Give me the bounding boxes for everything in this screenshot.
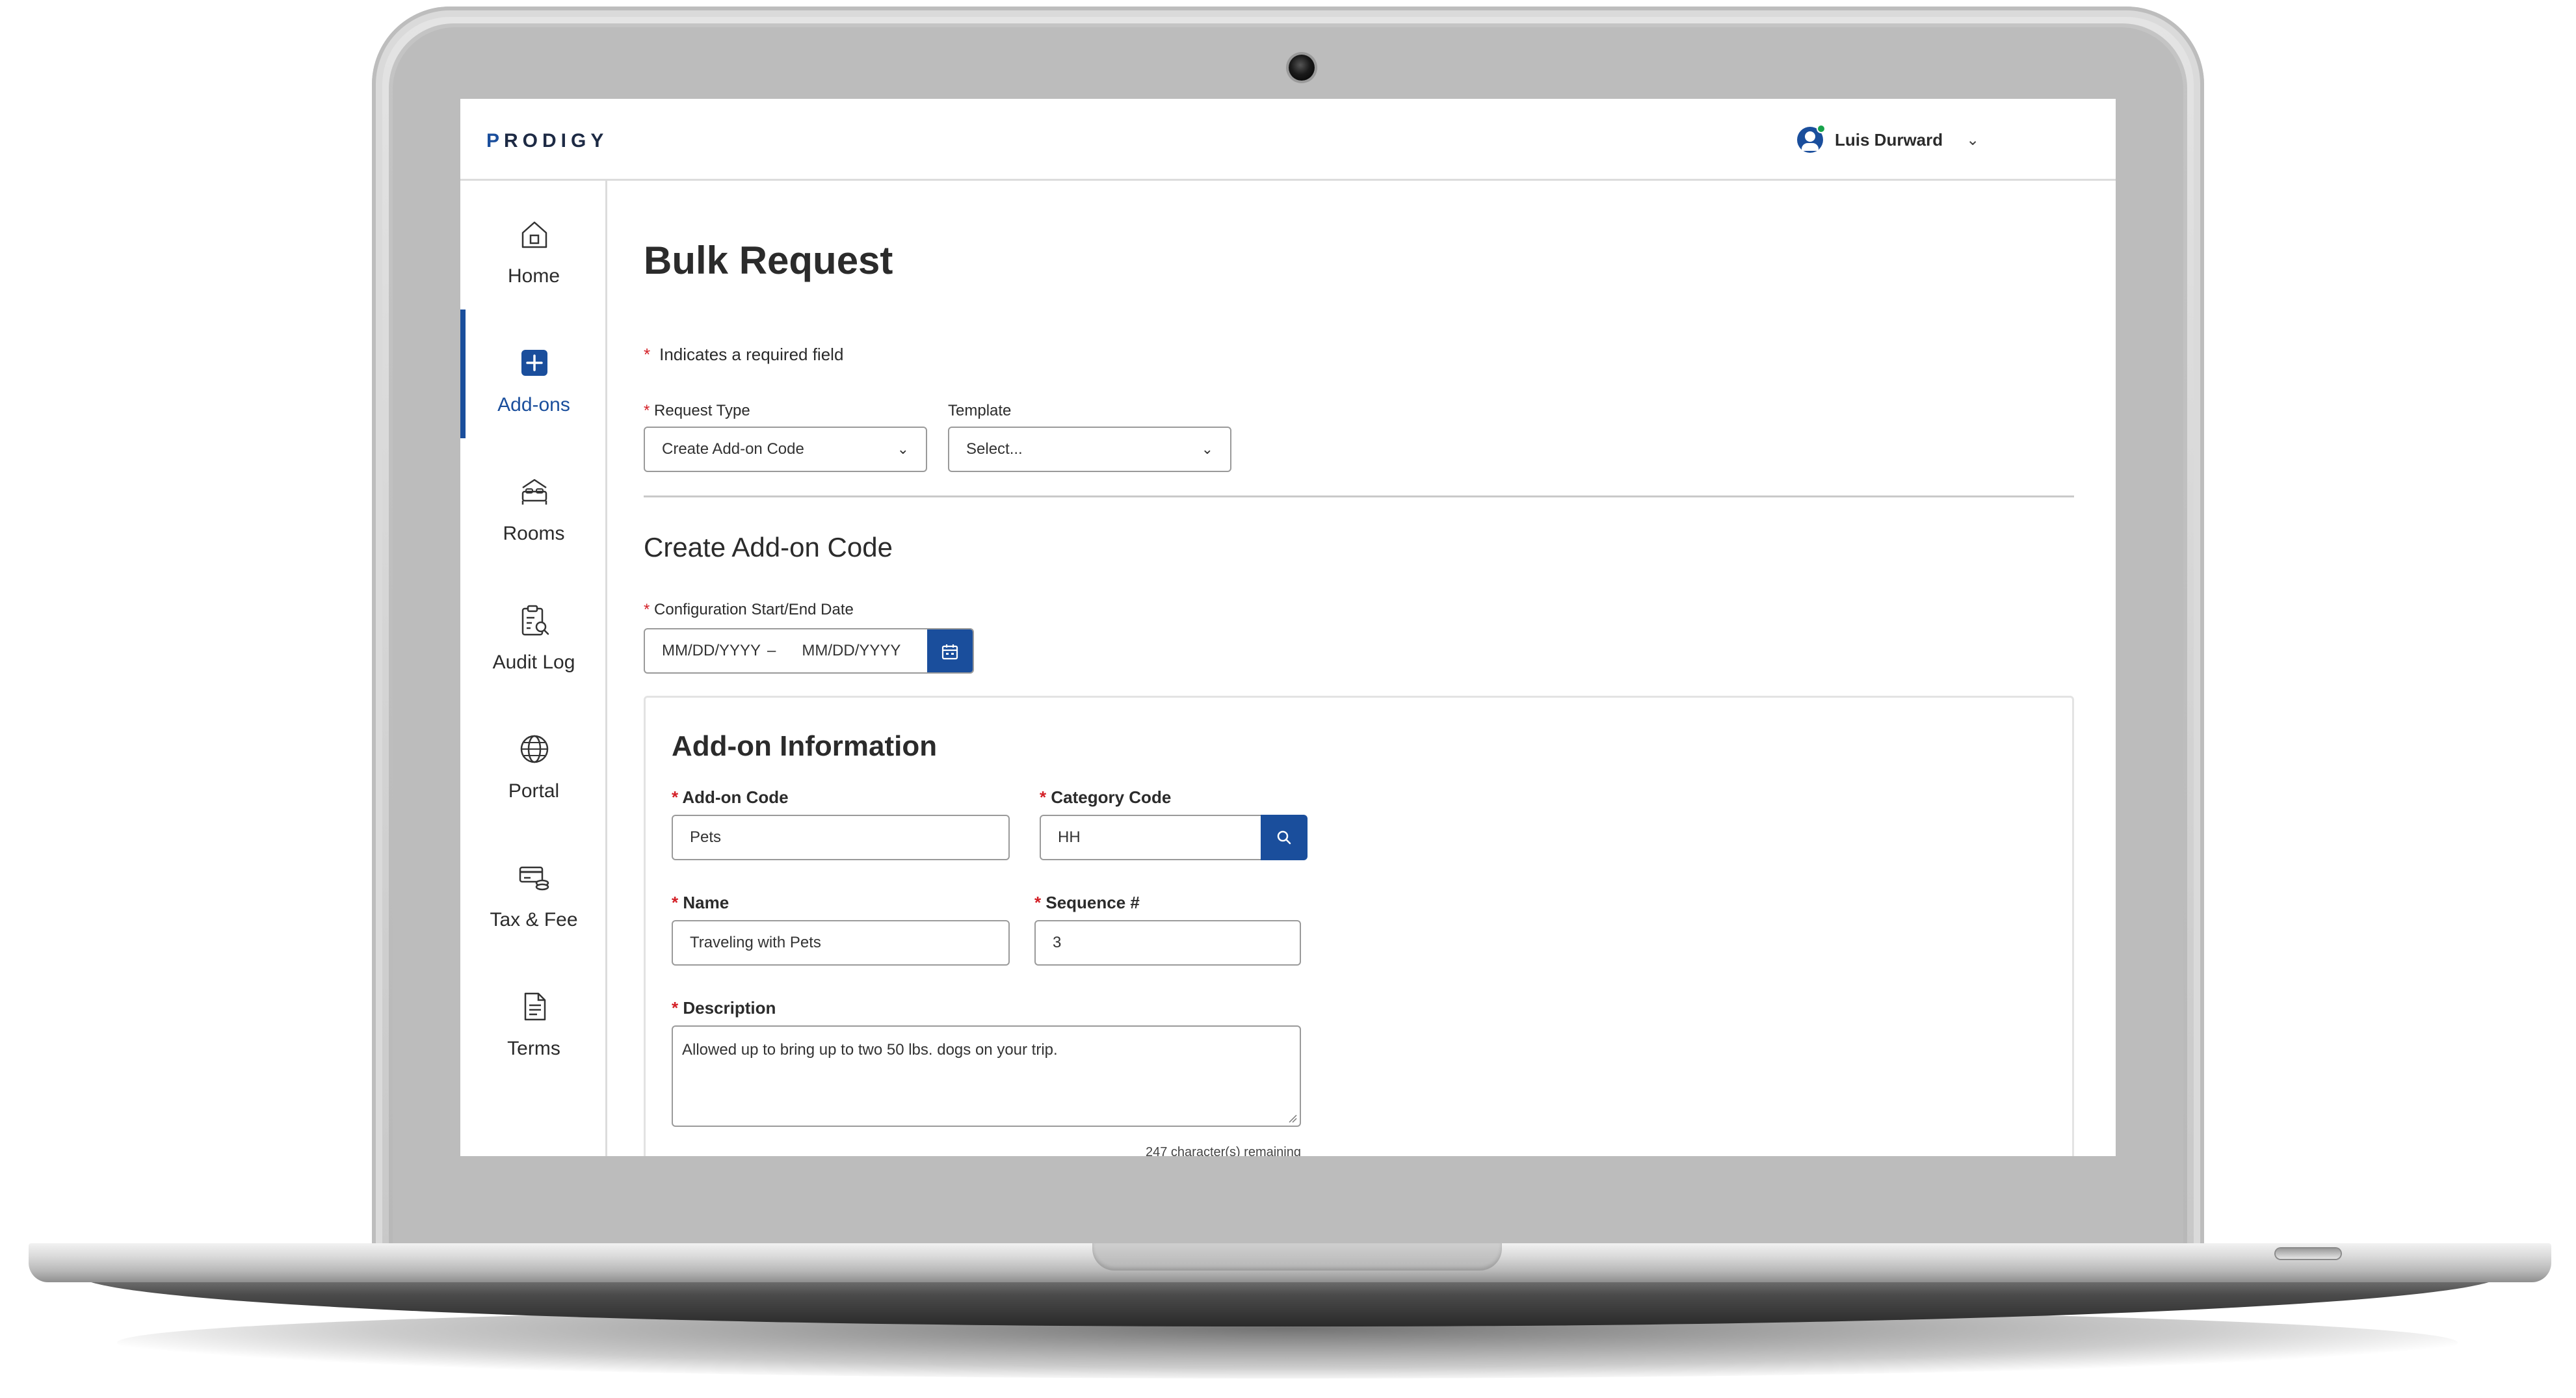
sidebar-item-audit-log[interactable]: Audit Log <box>460 567 607 696</box>
required-asterisk: * <box>644 601 650 618</box>
sidebar-item-add-ons[interactable]: Add-ons <box>460 310 607 438</box>
sequence-input[interactable]: 3 <box>1034 920 1301 966</box>
name-label: * Name <box>672 893 729 913</box>
card-coins-icon <box>519 866 549 891</box>
sidebar-nav: Home Add-ons Rooms Audit Log Portal Tax … <box>460 181 607 1156</box>
sidebar-item-label: Portal <box>508 780 560 802</box>
home-icon <box>521 221 547 248</box>
calendar-icon <box>941 644 958 660</box>
clipboard-search-icon <box>521 605 549 636</box>
required-asterisk: * <box>672 998 679 1018</box>
main-content: Bulk Request * Indicates a required field… <box>607 181 2116 1156</box>
request-type-label: * Request Type <box>644 402 750 420</box>
config-dates-label: * Configuration Start/End Date <box>644 601 854 619</box>
date-separator: – <box>767 642 776 659</box>
category-code-input[interactable]: HH <box>1040 815 1262 860</box>
calendar-button[interactable] <box>927 629 973 672</box>
date-range-input[interactable]: MM/DD/YYYY – MM/DD/YYYY <box>644 628 974 674</box>
template-label: Template <box>948 402 1012 419</box>
user-avatar-icon <box>1797 124 1826 153</box>
required-asterisk: * <box>644 402 650 419</box>
select-value: Create Add-on Code <box>662 440 804 458</box>
label-text: Add-on Code <box>682 787 789 807</box>
label-text: Name <box>683 893 729 912</box>
select-value: Select... <box>966 440 1023 458</box>
document-icon <box>524 992 546 1021</box>
user-menu[interactable]: Luis Durward ⌄ <box>1797 124 1980 155</box>
label-text: Configuration Start/End Date <box>654 601 854 618</box>
label-text: Category Code <box>1051 787 1172 807</box>
request-type-select[interactable]: Create Add-on Code ⌄ <box>644 427 927 472</box>
laptop-indicator <box>2276 1248 2341 1259</box>
sidebar-item-label: Add-ons <box>497 394 570 415</box>
user-name: Luis Durward <box>1835 129 1943 150</box>
label-text: Sequence # <box>1045 893 1140 912</box>
sidebar-item-label: Home <box>507 265 560 287</box>
online-status-dot <box>1817 124 1826 133</box>
page-title: Bulk Request <box>644 239 893 282</box>
app-screen: PRODIGY Luis Durward ⌄ Home Add-ons Room… <box>460 99 2116 1156</box>
sidebar-item-rooms[interactable]: Rooms <box>460 438 607 567</box>
top-bar: PRODIGY Luis Durward ⌄ <box>460 99 2116 181</box>
sidebar-item-label: Terms <box>507 1038 560 1059</box>
end-date-field[interactable]: MM/DD/YYYY <box>802 642 900 660</box>
laptop-hinge-notch <box>1092 1243 1502 1271</box>
sidebar-item-label: Rooms <box>503 523 565 544</box>
category-search-button[interactable] <box>1261 815 1308 860</box>
chevron-down-icon: ⌄ <box>897 441 909 457</box>
sidebar-item-label: Tax & Fee <box>490 909 578 930</box>
bed-icon <box>521 479 547 505</box>
sidebar-item-terms[interactable]: Terms <box>460 953 607 1082</box>
sidebar-item-home[interactable]: Home <box>460 181 607 310</box>
section-divider <box>644 495 2074 497</box>
required-field-note: * Indicates a required field <box>644 345 843 365</box>
addon-information-card: Add-on Information * Add-on Code Pets * … <box>644 696 2074 1156</box>
required-asterisk: * <box>1040 787 1047 807</box>
required-asterisk: * <box>672 893 679 912</box>
description-label: * Description <box>672 998 776 1018</box>
required-asterisk: * <box>1034 893 1042 912</box>
resize-handle-icon[interactable] <box>1287 1113 1297 1123</box>
addon-code-input[interactable]: Pets <box>672 815 1010 860</box>
sidebar-item-label: Audit Log <box>492 652 575 673</box>
globe-icon <box>520 735 549 763</box>
description-text: Allowed up to bring up to two 50 lbs. do… <box>682 1041 1058 1059</box>
name-input[interactable]: Traveling with Pets <box>672 920 1010 966</box>
chevron-down-icon: ⌄ <box>1966 131 1980 149</box>
required-asterisk: * <box>644 345 651 364</box>
sidebar-item-tax-fee[interactable]: Tax & Fee <box>460 824 607 953</box>
label-text: Request Type <box>654 402 750 419</box>
required-asterisk: * <box>672 787 679 807</box>
prodigy-logo[interactable]: PRODIGY <box>486 130 608 152</box>
chevron-down-icon: ⌄ <box>1201 441 1213 457</box>
description-textarea[interactable]: Allowed up to bring up to two 50 lbs. do… <box>672 1025 1301 1127</box>
section-title: Create Add-on Code <box>644 532 893 562</box>
required-note-text: Indicates a required field <box>659 345 844 364</box>
sequence-label: * Sequence # <box>1034 893 1140 913</box>
template-select[interactable]: Select... ⌄ <box>948 427 1231 472</box>
category-code-label: * Category Code <box>1040 787 1171 808</box>
sidebar-item-portal[interactable]: Portal <box>460 696 607 824</box>
plus-square-icon <box>521 350 547 376</box>
start-date-field[interactable]: MM/DD/YYYY <box>645 642 761 660</box>
addon-code-label: * Add-on Code <box>672 787 789 808</box>
card-title: Add-on Information <box>672 730 938 762</box>
search-icon <box>1277 830 1291 845</box>
webcam <box>1289 55 1315 81</box>
character-count: 247 character(s) remaining <box>1146 1145 1301 1156</box>
label-text: Description <box>683 998 776 1018</box>
